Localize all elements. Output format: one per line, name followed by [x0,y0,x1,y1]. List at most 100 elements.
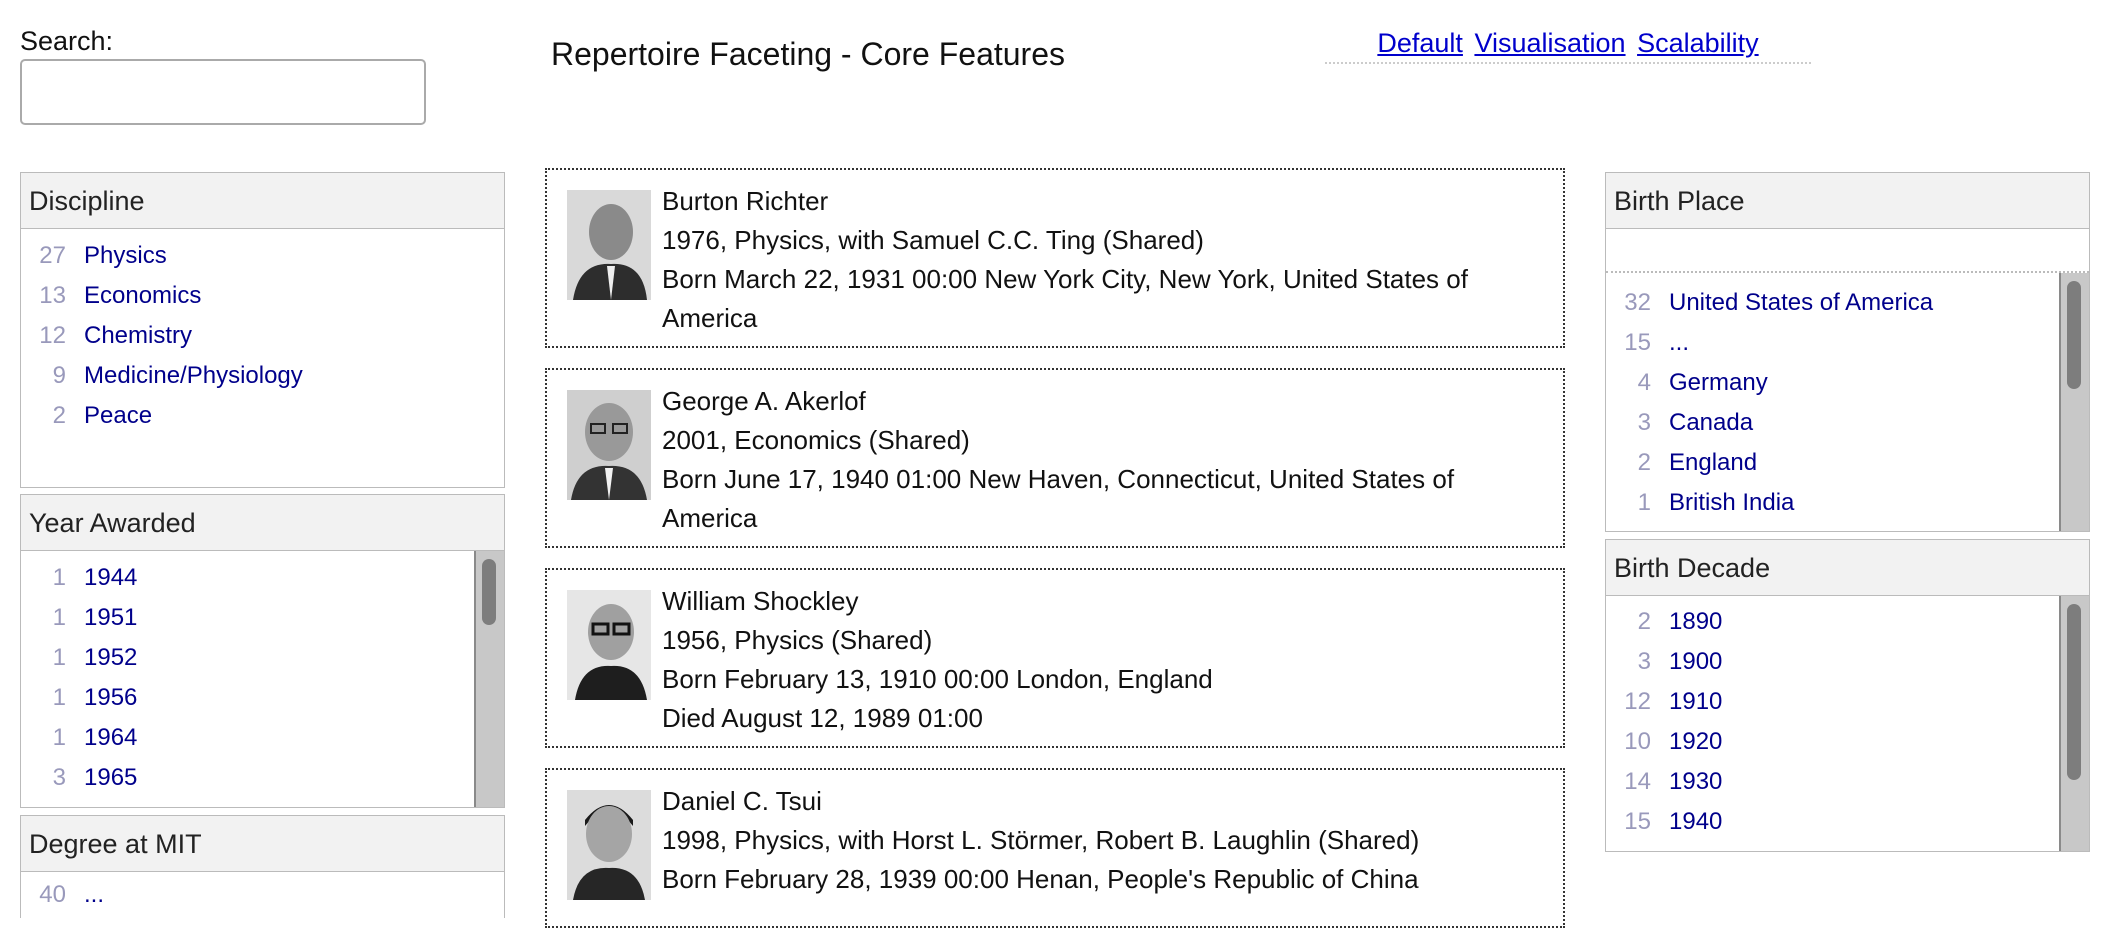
facet-value[interactable]: ... [1669,329,1689,357]
facet-item[interactable]: 3 1900 [1606,642,2089,682]
portrait-photo [567,390,651,500]
facet-value[interactable]: Chemistry [84,322,192,350]
birth-details: Born March 22, 1931 00:00 New York City,… [662,264,1468,333]
award-details: 2001, Economics (Shared) [662,425,970,455]
facet-item[interactable]: 3 1965 [21,758,504,798]
facet-count: 2 [52,402,66,429]
facet-filter-area[interactable] [1606,229,2089,273]
visualisation-view-link[interactable]: Visualisation [1474,28,1625,58]
facet-birth-place: Birth Place 32 United States of America 1… [1605,172,2090,532]
facet-count: 10 [1624,728,1651,755]
facet-year-awarded: Year Awarded 1 1944 1 1951 1 1952 1 1956 1 19… [20,494,505,808]
facet-value[interactable]: British India [1669,489,1794,517]
facet-item[interactable]: 1 1964 [21,718,504,758]
result-info: Daniel C. Tsui 1998, Physics, with Horst… [662,782,1543,899]
facet-item[interactable]: 4 Germany [1606,363,2089,403]
scrollbar-thumb[interactable] [2067,281,2081,389]
death-details: Died August 12, 1989 01:00 [662,703,983,733]
facet-list: 32 United States of America 15... 4 German… [1606,273,2089,531]
facet-value[interactable]: Germany [1669,369,1768,397]
facet-item[interactable]: 14 1930 [1606,762,2089,802]
facet-value[interactable]: ... [84,881,104,909]
facet-count: 3 [1637,409,1651,436]
facet-item[interactable]: 1 British India [1606,483,2089,523]
facet-value[interactable]: 1940 [1669,808,1722,836]
facet-value[interactable]: Peace [84,402,152,430]
scrollbar-thumb[interactable] [2067,604,2081,780]
result-card[interactable]: Daniel C. Tsui 1998, Physics, with Horst… [545,768,1565,928]
facet-item[interactable]: 2 England [1606,443,2089,483]
facet-count: 12 [39,322,66,349]
facet-count: 1 [1637,489,1651,516]
facet-item[interactable]: 2 Peace [21,396,504,436]
facet-item[interactable]: 27 Physics [21,236,504,276]
facet-item[interactable]: 2 1890 [1606,602,2089,642]
facet-value[interactable]: Physics [84,242,167,270]
facet-count: 3 [1637,648,1651,675]
facet-item[interactable]: 40... [21,875,504,915]
facet-value[interactable]: 1900 [1669,648,1722,676]
facet-item[interactable]: 1 1944 [21,558,504,598]
facet-value[interactable]: Medicine/Physiology [84,362,303,390]
laureate-name: William Shockley [662,586,859,616]
facet-item[interactable]: 1 1952 [21,638,504,678]
search-input[interactable] [20,59,426,125]
birth-details: Born February 13, 1910 00:00 London, Eng… [662,664,1213,694]
facet-title: Degree at MIT [21,816,504,872]
result-info: William Shockley 1956, Physics (Shared) … [662,582,1543,738]
facet-value[interactable]: 1964 [84,724,137,752]
laureate-name: Burton Richter [662,186,829,216]
facet-count: 15 [1624,329,1651,356]
facet-value[interactable]: 1952 [84,644,137,672]
facet-count: 3 [52,764,66,791]
facet-item[interactable]: 9 Medicine/Physiology [21,356,504,396]
facet-value[interactable]: 1951 [84,604,137,632]
facet-title: Year Awarded [21,495,504,551]
facet-count: 32 [1624,289,1651,316]
facet-title: Birth Place [1606,173,2089,229]
facet-count: 1 [52,724,66,751]
facet-title: Discipline [21,173,504,229]
facet-count: 12 [1624,688,1651,715]
facet-item[interactable]: 32 United States of America [1606,283,2089,323]
facet-value[interactable]: 1910 [1669,688,1722,716]
facet-value[interactable]: Economics [84,282,201,310]
facet-count: 9 [52,362,66,389]
facet-value[interactable]: 1956 [84,684,137,712]
facet-value[interactable]: England [1669,449,1757,477]
facet-value[interactable]: 1944 [84,564,137,592]
facet-title: Birth Decade [1606,540,2089,596]
scrollbar[interactable] [2059,596,2089,851]
facet-item[interactable]: 15... [1606,323,2089,363]
facet-value[interactable]: 1930 [1669,768,1722,796]
facet-value[interactable]: 1890 [1669,608,1722,636]
result-card[interactable]: Burton Richter 1976, Physics, with Samue… [545,168,1565,348]
facet-value[interactable]: 1965 [84,764,137,792]
scalability-view-link[interactable]: Scalability [1637,28,1759,58]
facet-list: 2 1890 3 1900 12 1910 10 1920 14 1930 15 1940 [1606,596,2089,851]
facet-item[interactable]: 12 Chemistry [21,316,504,356]
birth-details: Born February 28, 1939 00:00 Henan, Peop… [662,864,1419,894]
facet-item[interactable]: 3 Canada [1606,403,2089,443]
facet-count: 15 [1624,808,1651,835]
facet-item[interactable]: 1 1951 [21,598,504,638]
facet-item[interactable]: 10 1920 [1606,722,2089,762]
birth-details: Born June 17, 1940 01:00 New Haven, Conn… [662,464,1455,533]
facet-count: 14 [1624,768,1651,795]
facet-item[interactable]: 15 1940 [1606,802,2089,842]
result-card[interactable]: William Shockley 1956, Physics (Shared) … [545,568,1565,748]
facet-item[interactable]: 1 1956 [21,678,504,718]
facet-value[interactable]: United States of America [1669,289,1933,317]
scrollbar[interactable] [474,551,504,807]
facet-count: 4 [1637,369,1651,396]
facet-list: 27 Physics 13 Economics 12 Chemistry 9 Medic… [21,229,504,436]
facet-value[interactable]: Canada [1669,409,1753,437]
facet-value[interactable]: 1920 [1669,728,1722,756]
default-view-link[interactable]: Default [1377,28,1463,58]
facet-item[interactable]: 13 Economics [21,276,504,316]
award-details: 1998, Physics, with Horst L. Störmer, Ro… [662,825,1420,855]
scrollbar-thumb[interactable] [482,559,496,625]
result-card[interactable]: George A. Akerlof 2001, Economics (Share… [545,368,1565,548]
scrollbar[interactable] [2059,273,2089,531]
facet-item[interactable]: 12 1910 [1606,682,2089,722]
